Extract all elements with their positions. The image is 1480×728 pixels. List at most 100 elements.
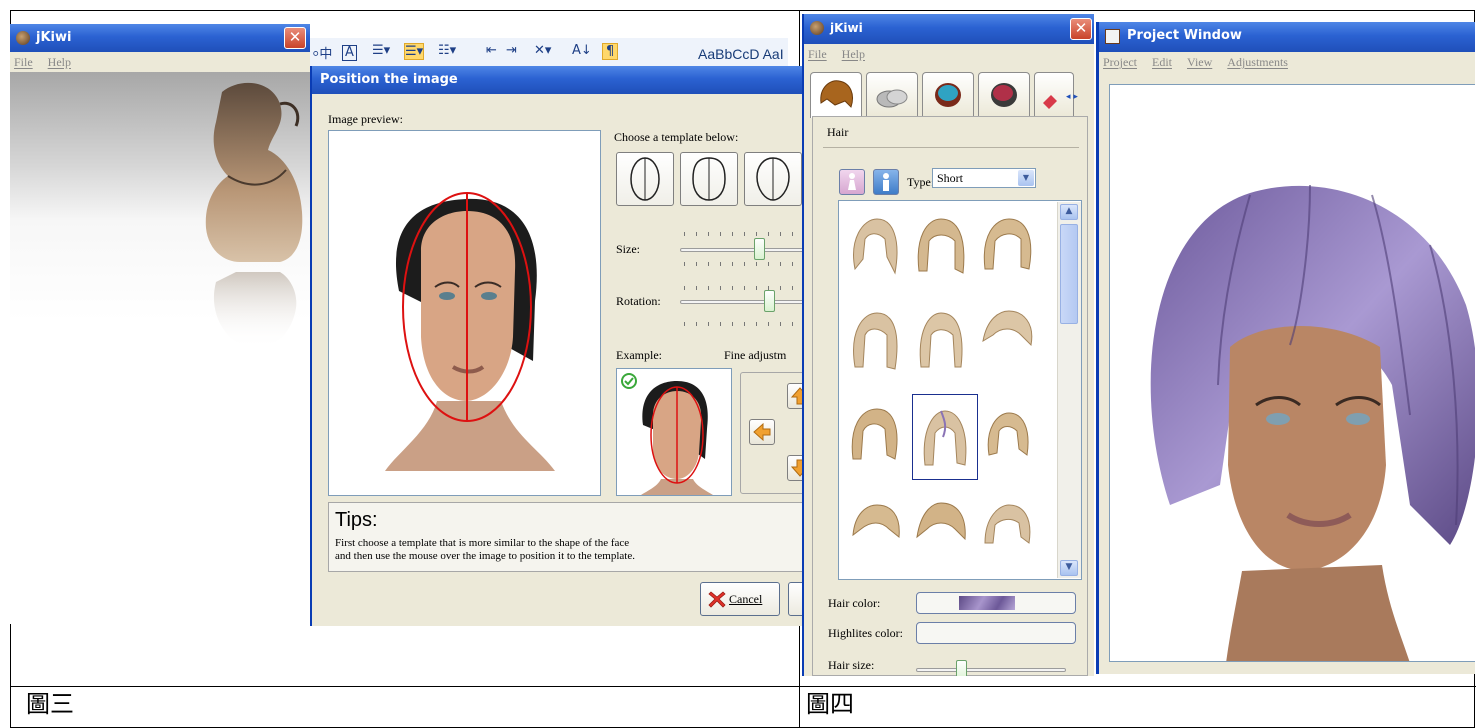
- rotation-slider-thumb[interactable]: [764, 290, 775, 312]
- template-heart-button[interactable]: [744, 152, 802, 206]
- hair-color-swatch[interactable]: [916, 592, 1076, 614]
- hair-size-slider-thumb[interactable]: [956, 660, 967, 676]
- size-slider-track[interactable]: [680, 248, 803, 252]
- template-round-button[interactable]: [680, 152, 738, 206]
- caption-figure-3: 圖三: [26, 690, 74, 718]
- style-gallery-sample[interactable]: AaBbCcD AaI: [698, 46, 784, 62]
- hair-size-slider-track[interactable]: [916, 668, 1066, 672]
- title-bar[interactable]: jKiwi ✕: [804, 14, 1094, 44]
- menu-view[interactable]: View: [1187, 55, 1212, 69]
- highlights-color-swatch[interactable]: [916, 622, 1076, 644]
- project-window: Project Window Project Edit View Adjustm…: [1096, 22, 1475, 674]
- hairstyle-item-selected[interactable]: [912, 394, 978, 480]
- chevron-down-icon[interactable]: ▼: [1018, 170, 1034, 186]
- size-slider-thumb[interactable]: [754, 238, 765, 260]
- tab-hair[interactable]: [810, 72, 862, 118]
- kiwi-app-icon: [810, 21, 824, 35]
- hairstyle-item[interactable]: [977, 491, 1037, 571]
- male-button[interactable]: [873, 169, 899, 195]
- image-preview-canvas[interactable]: [328, 130, 601, 496]
- bullets-icon[interactable]: ☰▾: [372, 43, 390, 58]
- tips-panel: Tips: First choose a template that is mo…: [328, 502, 803, 572]
- hairstyle-item[interactable]: [911, 301, 971, 381]
- numbering-icon[interactable]: ☰▾: [404, 43, 425, 60]
- close-button[interactable]: ✕: [1070, 18, 1092, 40]
- phonetic-guide-icon[interactable]: ⸰中: [312, 43, 332, 62]
- tab-makeup-brush[interactable]: [866, 72, 918, 116]
- project-canvas[interactable]: [1109, 84, 1475, 662]
- scroll-thumb[interactable]: [1060, 224, 1078, 324]
- male-icon: [883, 173, 889, 191]
- hairstyle-item[interactable]: [911, 491, 971, 571]
- menu-edit[interactable]: Edit: [1152, 55, 1172, 69]
- hairstyle-item[interactable]: [845, 209, 905, 289]
- hairstyle-item[interactable]: [845, 301, 905, 381]
- tab-scroll-arrows[interactable]: ◂ ▸: [1066, 92, 1094, 108]
- menu-help[interactable]: Help: [842, 47, 865, 61]
- rotation-slider-track[interactable]: [680, 300, 803, 304]
- ok-button[interactable]: [788, 582, 803, 616]
- move-down-button[interactable]: [787, 455, 803, 481]
- move-up-button[interactable]: [787, 383, 803, 409]
- decrease-indent-icon[interactable]: ⇤: [486, 43, 497, 58]
- tab-eyeshadow[interactable]: [922, 72, 974, 116]
- increase-indent-icon[interactable]: ⇥: [506, 43, 517, 58]
- splash-artwork: [10, 72, 310, 624]
- menu-file[interactable]: File: [808, 47, 827, 61]
- project-app-icon: [1105, 29, 1120, 44]
- hairstyle-list[interactable]: ▲ ▼: [838, 200, 1082, 580]
- menu-bar: Project Edit View Adjustments: [1099, 52, 1475, 72]
- type-label: Type:: [907, 175, 935, 189]
- template-oval-button[interactable]: [616, 152, 674, 206]
- powder-tab-icon: [876, 89, 908, 108]
- female-button[interactable]: [839, 169, 865, 195]
- character-border-icon[interactable]: A: [342, 45, 357, 61]
- face-preview-image: [385, 192, 555, 471]
- round-face-icon: [692, 157, 726, 201]
- hair-size-label: Hair size:: [828, 658, 875, 672]
- tab-blush[interactable]: [978, 72, 1030, 116]
- female-icon: [848, 173, 856, 190]
- size-ticks-bottom: [684, 262, 803, 266]
- example-face-image: [621, 373, 713, 495]
- close-button[interactable]: ✕: [284, 27, 306, 49]
- hairstyle-item[interactable]: [845, 397, 905, 477]
- menu-file[interactable]: File: [14, 55, 33, 69]
- image-preview-label: Image preview:: [328, 112, 403, 126]
- cancel-button[interactable]: Cancel: [700, 582, 780, 616]
- menu-adjustments[interactable]: Adjustments: [1227, 55, 1288, 69]
- rotation-label: Rotation:: [616, 294, 661, 308]
- asian-layout-icon[interactable]: ✕▾: [534, 43, 551, 58]
- hair-color-preview: [959, 596, 1015, 610]
- title-bar[interactable]: Project Window: [1099, 22, 1475, 52]
- sort-icon[interactable]: A↓: [572, 43, 592, 58]
- dialog-title-bar[interactable]: Position the image: [312, 66, 803, 94]
- section-divider: [823, 147, 1079, 148]
- multilevel-list-icon[interactable]: ☷▾: [438, 43, 456, 58]
- hairstyle-item[interactable]: [977, 397, 1037, 477]
- size-ticks-top: [684, 232, 803, 236]
- menu-project[interactable]: Project: [1103, 55, 1137, 69]
- menu-bar: File Help: [10, 52, 310, 72]
- example-label: Example:: [616, 348, 662, 362]
- title-bar[interactable]: jKiwi ✕: [10, 24, 310, 52]
- menu-help[interactable]: Help: [48, 55, 71, 69]
- move-left-button[interactable]: [749, 419, 775, 445]
- jkiwi-splash-window: jKiwi ✕ File Help: [10, 24, 310, 624]
- hairstyle-item[interactable]: [911, 209, 971, 289]
- fine-adjustment-panel: [740, 372, 803, 494]
- crouching-figure-illustration: [205, 82, 303, 349]
- window-title: jKiwi: [830, 21, 863, 35]
- hairstyle-item[interactable]: [977, 209, 1037, 289]
- scroll-up-button[interactable]: ▲: [1060, 204, 1078, 220]
- kiwi-app-icon: [16, 31, 30, 45]
- scroll-down-button[interactable]: ▼: [1060, 560, 1078, 576]
- oval-face-icon: [630, 157, 660, 201]
- tips-line-1: First choose a template that is more sim…: [335, 537, 630, 549]
- hairstyle-item[interactable]: [845, 491, 905, 571]
- hairstyle-list-scrollbar[interactable]: ▲ ▼: [1057, 202, 1081, 578]
- hair-type-select[interactable]: Short ▼: [932, 168, 1036, 188]
- show-formatting-icon[interactable]: ¶: [602, 43, 619, 60]
- tips-text: First choose a template that is more sim…: [335, 537, 635, 563]
- hairstyle-item[interactable]: [977, 301, 1037, 381]
